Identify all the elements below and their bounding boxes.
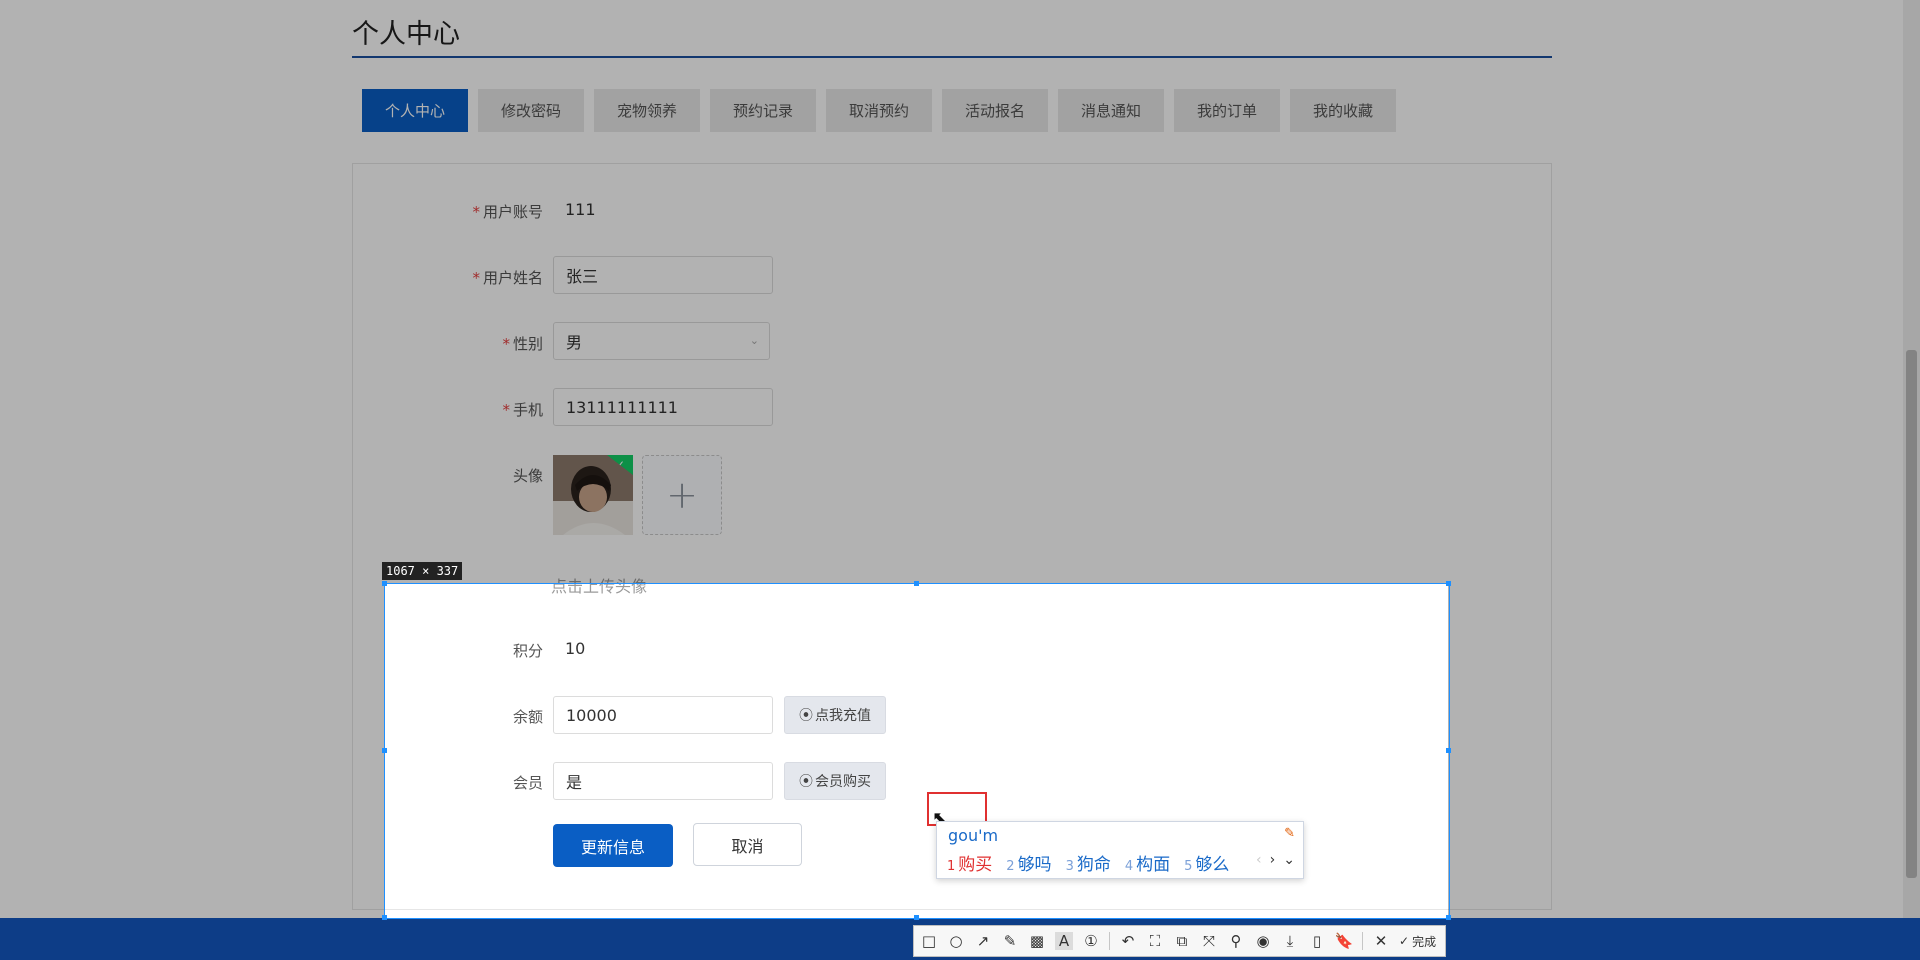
capture-size-label: 1067 × 337: [382, 562, 463, 580]
resize-handle[interactable]: [1446, 748, 1451, 753]
close-icon[interactable]: ✕: [1372, 932, 1390, 950]
mosaic-icon[interactable]: ▩: [1028, 932, 1046, 950]
dim-overlay-left: [0, 583, 384, 919]
pin-icon[interactable]: ⚲: [1227, 932, 1245, 950]
number-icon[interactable]: ①: [1082, 932, 1100, 950]
ime-composition: gou'm: [948, 826, 999, 845]
bookmark-icon[interactable]: 🔖: [1335, 932, 1354, 950]
translate-icon[interactable]: ⧉: [1173, 932, 1191, 950]
resize-handle[interactable]: [382, 581, 387, 586]
chevron-down-icon[interactable]: ⌄: [1283, 852, 1295, 868]
toolbar-divider: [1362, 932, 1363, 950]
ime-logo-icon: ✎: [1284, 826, 1295, 841]
chevron-right-icon[interactable]: ›: [1270, 852, 1276, 868]
resize-handle[interactable]: [1446, 581, 1451, 586]
text-icon[interactable]: A: [1055, 932, 1073, 950]
screenshot-toolbar: □ ○ ↗ ✎ ▩ A ① ↶ ⛶ ⧉ ⤧ ⚲ ◉ ⤓ ▯ 🔖 ✕ ✓ 完成: [913, 925, 1446, 957]
ocr-icon[interactable]: ⛶: [1146, 932, 1164, 950]
ime-candidate[interactable]: 2 够吗: [1006, 850, 1051, 875]
resize-handle[interactable]: [914, 581, 919, 586]
ime-nav: ‹ › ⌄: [1256, 852, 1295, 868]
record-icon[interactable]: ◉: [1254, 932, 1272, 950]
dim-overlay-right: [1448, 583, 1920, 919]
ime-candidate[interactable]: 5 够么: [1184, 850, 1229, 875]
ime-candidates: 1 购买 2 够吗 3 狗命 4 构面 5 够么: [947, 850, 1229, 875]
toolbar-divider: [1109, 932, 1110, 950]
ime-candidate-window: gou'm ✎ 1 购买 2 够吗 3 狗命 4 构面 5 够么 ‹ › ⌄: [936, 821, 1304, 879]
resize-handle[interactable]: [1446, 915, 1451, 920]
rectangle-icon[interactable]: □: [920, 932, 938, 950]
check-icon: ✓: [1399, 934, 1410, 948]
resize-handle[interactable]: [914, 915, 919, 920]
resize-handle[interactable]: [382, 748, 387, 753]
ime-candidate[interactable]: 1 购买: [947, 850, 992, 875]
chevron-left-icon[interactable]: ‹: [1256, 852, 1262, 868]
download-icon[interactable]: ⤓: [1281, 932, 1299, 950]
resize-handle[interactable]: [382, 915, 387, 920]
dim-overlay-top: [0, 0, 1920, 583]
ime-candidate[interactable]: 3 狗命: [1066, 850, 1111, 875]
phone-icon[interactable]: ▯: [1308, 932, 1326, 950]
ellipse-icon[interactable]: ○: [947, 932, 965, 950]
undo-icon[interactable]: ↶: [1119, 932, 1137, 950]
done-button[interactable]: ✓ 完成: [1399, 933, 1436, 950]
pen-icon[interactable]: ✎: [1001, 932, 1019, 950]
arrow-icon[interactable]: ↗: [974, 932, 992, 950]
ime-candidate[interactable]: 4 构面: [1125, 850, 1170, 875]
scan-icon[interactable]: ⤧: [1200, 932, 1218, 950]
